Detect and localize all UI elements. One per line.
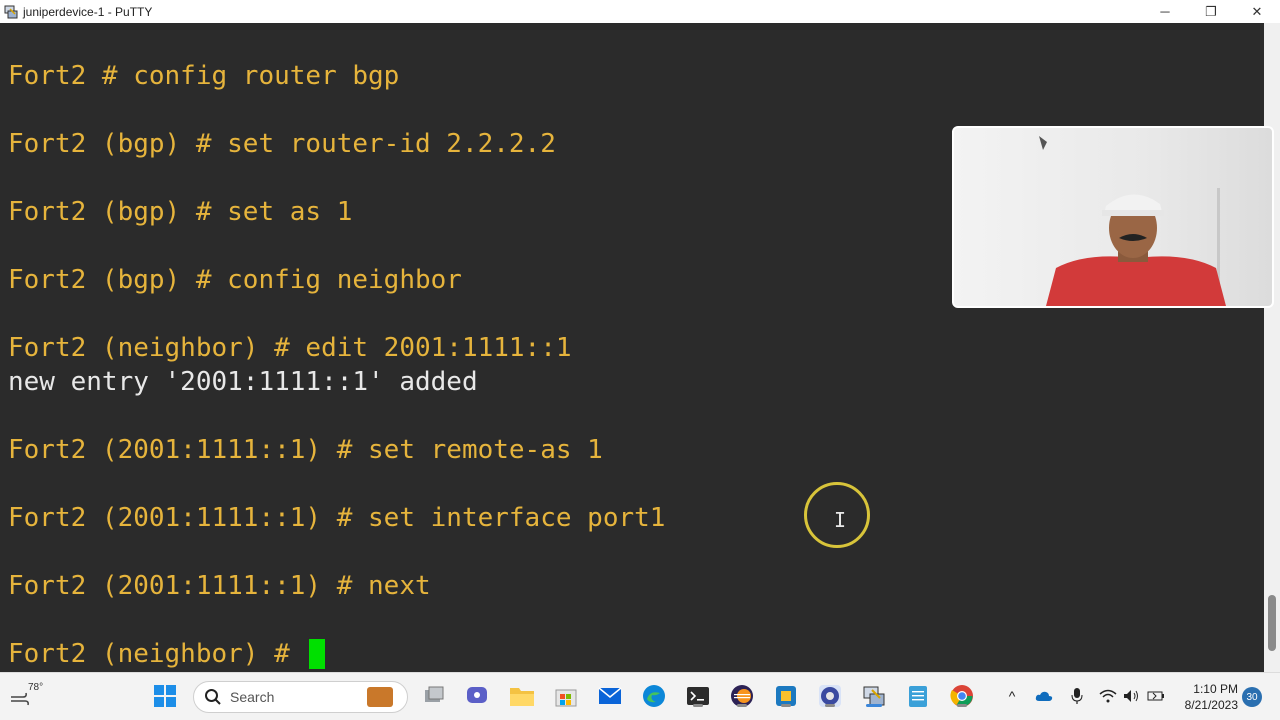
app-running-indicator: [957, 704, 967, 707]
search-highlight-icon: [367, 687, 393, 707]
close-button[interactable]: ✕: [1234, 0, 1280, 23]
clock-date: 8/21/2023: [1184, 698, 1238, 712]
window-titlebar[interactable]: juniperdevice-1 - PuTTY ─ ❐ ✕: [0, 0, 1280, 23]
obs-icon[interactable]: [817, 683, 843, 709]
taskbar: 78° Search ^ 1:10 PM 8/21/2023 30: [0, 672, 1280, 720]
presenter-video: [1046, 194, 1226, 306]
edge-icon[interactable]: [641, 683, 667, 709]
window-controls: ─ ❐ ✕: [1142, 0, 1280, 23]
weather-widget[interactable]: 78°: [10, 679, 54, 715]
chevron-up-icon[interactable]: ^: [1003, 687, 1021, 705]
putty-app-icon: [4, 5, 18, 18]
minimize-button[interactable]: ─: [1142, 0, 1188, 23]
webcam-ceiling-lamp: [1039, 136, 1047, 150]
terminal-line: Fort2 (bgp) # config neighbor: [8, 265, 462, 295]
ibeam-cursor-icon: I: [834, 508, 847, 532]
terminal-line: Fort2 # config router bgp: [8, 61, 400, 91]
terminal-current-line: Fort2 (neighbor) #: [8, 639, 326, 669]
app-running-indicator: [825, 704, 835, 707]
current-prompt: Fort2 (neighbor) #: [8, 639, 306, 669]
terminal-line: Fort2 (2001:1111::1) # next: [8, 571, 431, 601]
terminal-icon[interactable]: [685, 683, 711, 709]
taskbar-search-box[interactable]: Search: [193, 681, 408, 713]
clock-time: 1:10 PM: [1193, 682, 1238, 696]
text-cursor: [309, 639, 326, 669]
onedrive-icon[interactable]: [1035, 687, 1053, 705]
terminal-line: Fort2 (bgp) # set as 1: [8, 197, 353, 227]
system-clock[interactable]: 1:10 PM 8/21/2023: [1180, 681, 1238, 713]
search-icon: [205, 689, 221, 705]
app-running-indicator: [781, 704, 791, 707]
webcam-overlay: [952, 126, 1274, 308]
window-title: juniperdevice-1 - PuTTY: [23, 4, 153, 19]
notification-badge[interactable]: 30: [1242, 687, 1262, 707]
terminal-line: Fort2 (bgp) # set router-id 2.2.2.2: [8, 129, 556, 159]
volume-icon[interactable]: [1123, 687, 1141, 705]
windows-start-icon[interactable]: [152, 683, 178, 709]
task-view-icon[interactable]: [421, 683, 447, 709]
eclipse-icon[interactable]: [729, 683, 755, 709]
battery-icon[interactable]: [1147, 687, 1165, 705]
chrome-icon[interactable]: [949, 683, 975, 709]
wind-icon: [11, 692, 29, 706]
search-label: Search: [230, 689, 275, 705]
microsoft-store-icon[interactable]: [553, 683, 579, 709]
mail-icon[interactable]: [597, 683, 623, 709]
notepad-icon[interactable]: [905, 683, 931, 709]
virtualbox-icon[interactable]: [773, 683, 799, 709]
terminal-line: Fort2 (2001:1111::1) # set interface por…: [8, 503, 666, 533]
scrollbar-thumb[interactable]: [1268, 595, 1276, 651]
terminal-area[interactable]: Fort2 # config router bgp Fort2 (bgp) # …: [0, 23, 1264, 672]
maximize-button[interactable]: ❐: [1188, 0, 1234, 23]
microphone-icon[interactable]: [1068, 687, 1086, 705]
app-running-indicator: [737, 704, 747, 707]
app-running-indicator: [693, 704, 703, 707]
app-active-indicator: [866, 704, 882, 707]
file-explorer-icon[interactable]: [509, 683, 535, 709]
terminal-line: Fort2 (neighbor) # edit 2001:1111::1: [8, 333, 572, 363]
terminal-output-line: new entry '2001:1111::1' added: [8, 367, 478, 397]
teams-icon[interactable]: [464, 683, 490, 709]
terminal-line: Fort2 (2001:1111::1) # set remote-as 1: [8, 435, 603, 465]
weather-temp: 78°: [28, 682, 44, 693]
vertical-scrollbar[interactable]: [1264, 23, 1280, 672]
putty-taskbar-icon[interactable]: [861, 683, 887, 709]
wifi-icon[interactable]: [1099, 687, 1117, 705]
